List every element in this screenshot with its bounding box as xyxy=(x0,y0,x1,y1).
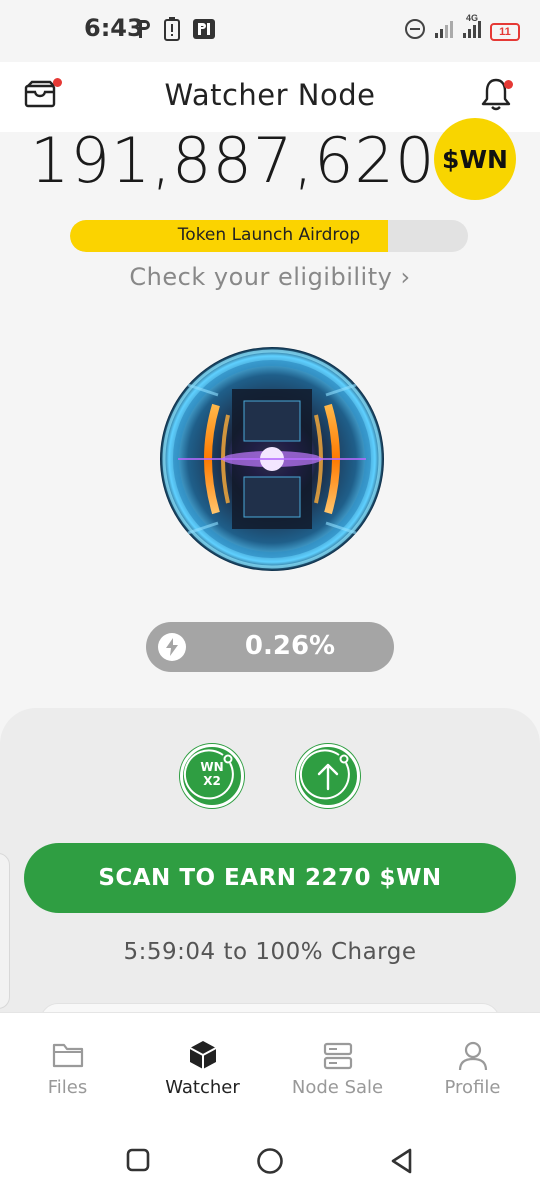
status-bar: 6:43 4G 11 xyxy=(0,0,540,62)
bottom-nav: Files Watcher Node Sale Profile xyxy=(0,1012,540,1118)
nav-label-node-sale: Node Sale xyxy=(291,1077,384,1098)
nav-label-files: Files xyxy=(47,1077,88,1098)
nav-item-watcher[interactable]: Watcher xyxy=(135,1013,270,1118)
bell-notification-dot xyxy=(504,80,513,89)
boost-text: WN X2 xyxy=(183,760,241,788)
4g-signal-icon: 4G xyxy=(462,13,482,44)
chevron-right-icon: › xyxy=(400,263,411,291)
wn-x2-boost-button[interactable]: WN X2 xyxy=(180,744,244,808)
cube-icon xyxy=(189,1041,216,1069)
p-app-icon xyxy=(136,18,152,45)
back-triangle-icon xyxy=(391,1148,412,1174)
nav-item-node-sale[interactable]: Node Sale xyxy=(270,1013,405,1118)
watcher-orb-image[interactable] xyxy=(158,345,386,573)
check-eligibility-link[interactable]: Check your eligibility › xyxy=(0,263,540,291)
nav-label-profile: Profile xyxy=(444,1077,501,1098)
charge-timer: 5:59:04 to 100% Charge xyxy=(123,939,417,965)
status-left-icons xyxy=(136,17,216,46)
boost-line2: X2 xyxy=(203,774,221,788)
wn-token-badge: $WN xyxy=(434,118,516,200)
arrow-up-icon xyxy=(299,749,350,800)
bolt-icon xyxy=(158,633,186,661)
scan-to-earn-button[interactable]: SCAN TO EARN 2270 $WN xyxy=(24,843,516,913)
person-icon xyxy=(458,1041,487,1071)
home-button[interactable] xyxy=(256,1147,284,1180)
page-title: Watcher Node xyxy=(164,78,376,112)
battery-icon: 11 xyxy=(490,22,520,41)
notifications-button[interactable] xyxy=(480,76,516,114)
nav-item-profile[interactable]: Profile xyxy=(405,1013,540,1118)
airdrop-progress-bar[interactable]: Token Launch Airdrop xyxy=(70,220,468,252)
back-button[interactable] xyxy=(390,1148,414,1179)
network-label: 4G xyxy=(466,13,479,23)
battery-alert-icon xyxy=(164,17,180,46)
parking-icon xyxy=(192,18,216,45)
home-circle-icon xyxy=(257,1148,283,1174)
nav-label-watcher: Watcher xyxy=(165,1077,240,1098)
battery-level: 11 xyxy=(499,25,511,38)
signal-icon xyxy=(434,19,454,44)
eligibility-text: Check your eligibility xyxy=(129,263,393,291)
side-drawer-handle[interactable] xyxy=(0,853,10,1009)
folder-icon xyxy=(52,1043,83,1068)
wn-token-label: $WN xyxy=(442,144,508,174)
nav-item-files[interactable]: Files xyxy=(0,1013,135,1118)
server-icon xyxy=(323,1042,352,1070)
recents-square-icon xyxy=(126,1148,150,1172)
airdrop-label: Token Launch Airdrop xyxy=(177,225,361,245)
balance-value: 191,887,620 xyxy=(30,124,436,197)
upgrade-button[interactable] xyxy=(296,744,360,808)
charge-value: 0.26% xyxy=(244,631,336,661)
boost-line1: WN xyxy=(200,760,224,774)
status-time: 6:43 xyxy=(84,14,144,42)
status-right-icons: 4G 11 xyxy=(404,13,520,45)
recents-button[interactable] xyxy=(126,1148,150,1177)
system-nav-bar xyxy=(0,1118,540,1200)
do-not-disturb-icon xyxy=(404,18,426,45)
charge-indicator: 0.26% xyxy=(146,622,394,672)
